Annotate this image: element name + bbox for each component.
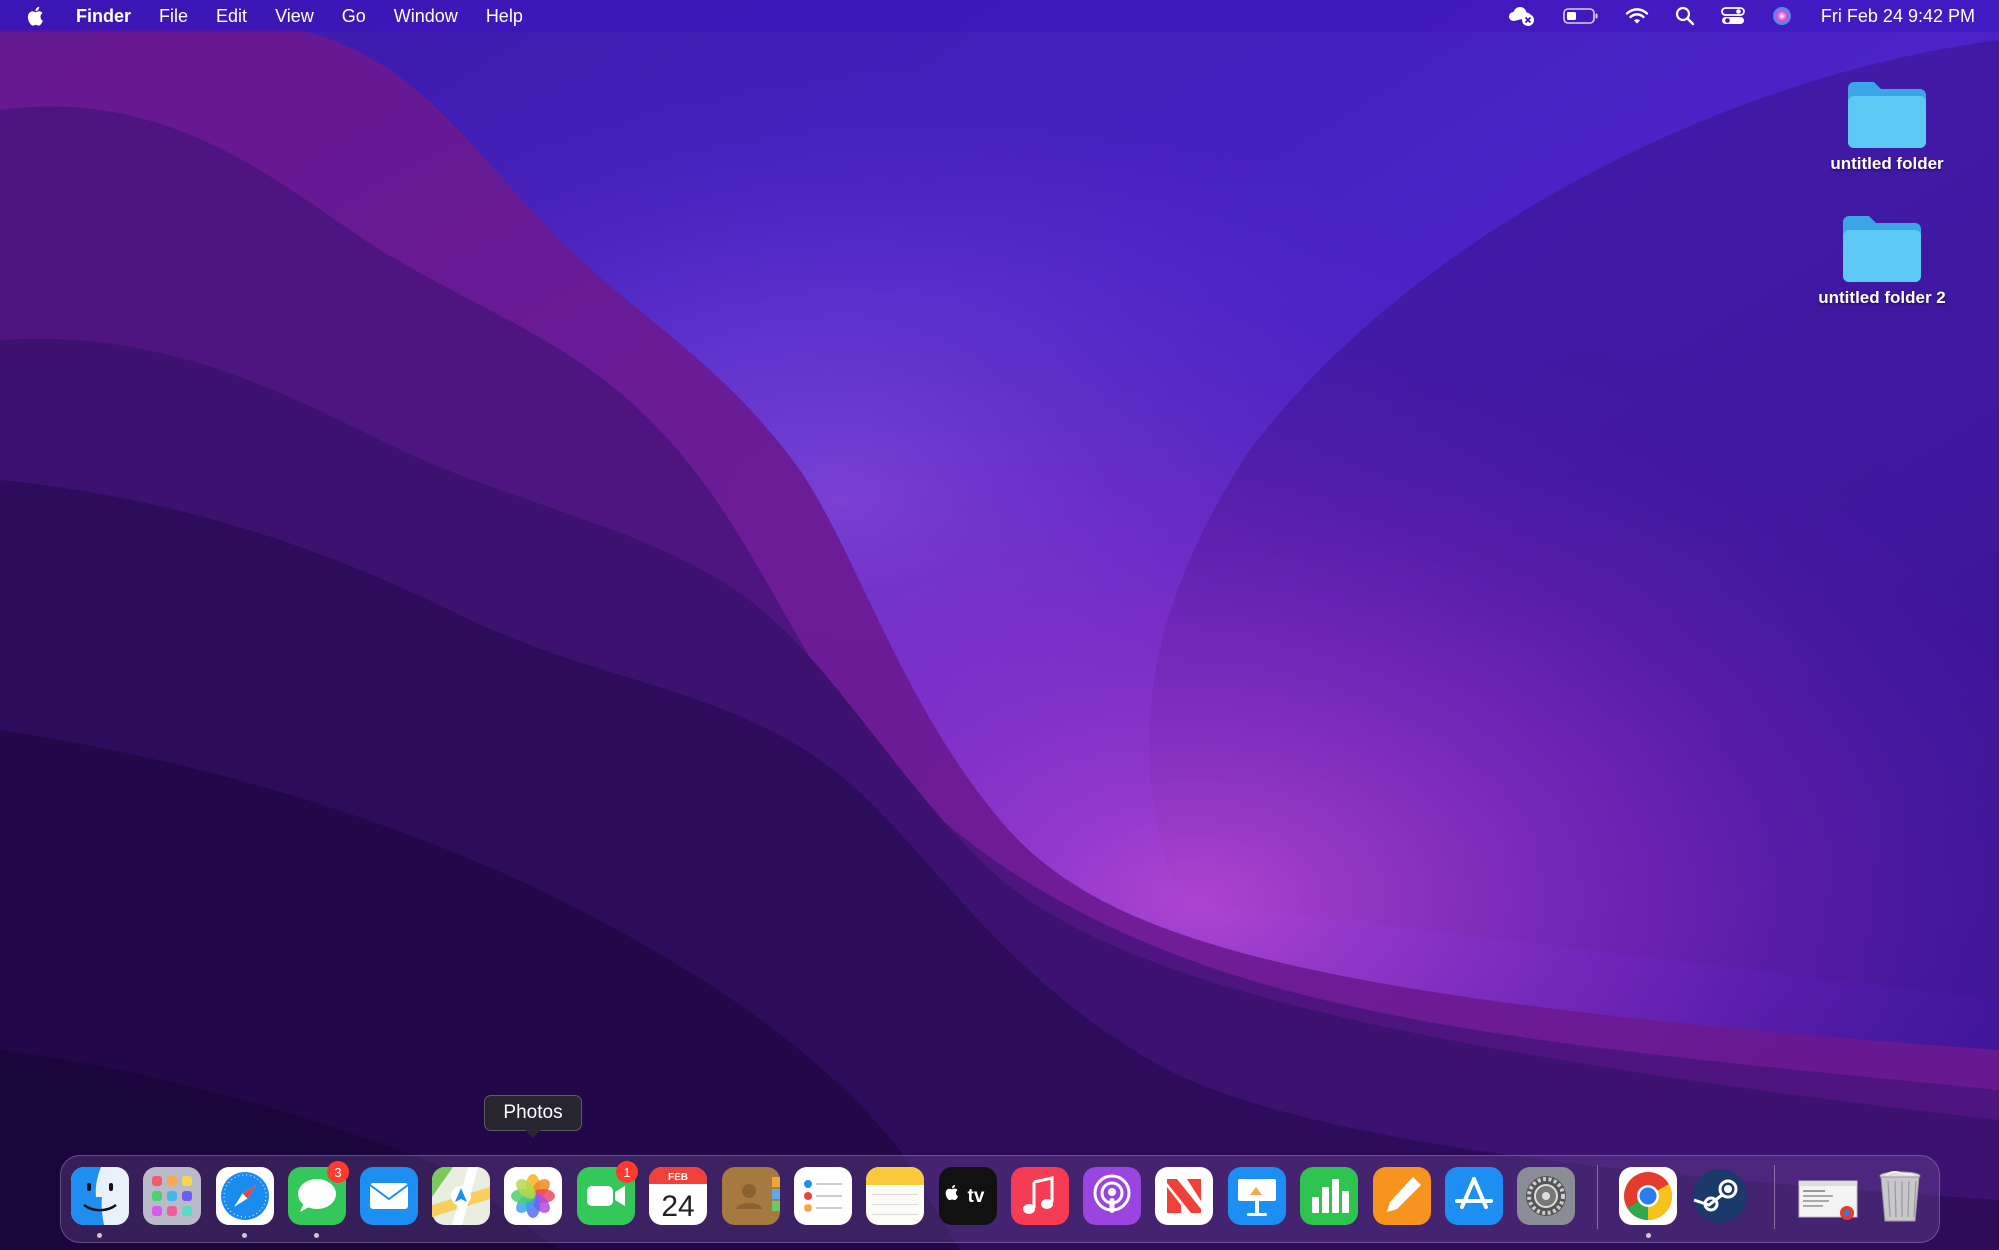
- dock-separator: [1597, 1165, 1598, 1229]
- tv-glyph: tv: [968, 1186, 985, 1207]
- dock-trash-icon[interactable]: [1871, 1167, 1929, 1225]
- menu-go[interactable]: Go: [342, 6, 366, 27]
- wifi-icon[interactable]: [1625, 7, 1649, 25]
- dock-safari-icon[interactable]: [216, 1167, 274, 1225]
- desktop-folder-untitled[interactable]: untitled folder: [1802, 76, 1972, 174]
- desktop-folder-untitled-2[interactable]: untitled folder 2: [1797, 210, 1967, 308]
- menu-app-finder[interactable]: Finder: [76, 6, 131, 27]
- apple-menu-icon[interactable]: [26, 4, 48, 28]
- dock-chrome-icon[interactable]: [1619, 1167, 1677, 1225]
- icloud-error-icon[interactable]: [1507, 5, 1537, 27]
- menu-clock[interactable]: Fri Feb 24 9:42 PM: [1821, 6, 1975, 27]
- dock-numbers-icon[interactable]: [1300, 1167, 1358, 1225]
- dock-calendar-icon[interactable]: FEB 24: [649, 1167, 707, 1225]
- dock-notes-icon[interactable]: [866, 1167, 924, 1225]
- dock-separator: [1774, 1165, 1775, 1229]
- desktop-wallpaper: [0, 0, 1999, 1250]
- dock-system-preferences-icon[interactable]: [1517, 1167, 1575, 1225]
- folder-icon: [1843, 216, 1921, 282]
- dock-reminders-icon[interactable]: [794, 1167, 852, 1225]
- menu-view[interactable]: View: [275, 6, 314, 27]
- menu-bar: Finder File Edit View Go Window Help Fri…: [0, 0, 1999, 32]
- siri-icon[interactable]: [1771, 5, 1793, 27]
- dock-news-icon[interactable]: [1155, 1167, 1213, 1225]
- dock-mail-icon[interactable]: [360, 1167, 418, 1225]
- battery-icon[interactable]: [1563, 7, 1599, 25]
- dock-maps-icon[interactable]: [432, 1167, 490, 1225]
- running-indicator: [1646, 1233, 1651, 1238]
- dock-launchpad-icon[interactable]: [143, 1167, 201, 1225]
- dock-podcasts-icon[interactable]: [1083, 1167, 1141, 1225]
- folder-label: untitled folder 2: [1818, 288, 1946, 307]
- calendar-day: 24: [661, 1190, 694, 1223]
- dock-downloads-stack-icon[interactable]: [1797, 1167, 1858, 1225]
- running-indicator: [97, 1233, 102, 1238]
- dock-tv-icon[interactable]: tv: [939, 1167, 997, 1225]
- dock-steam-icon[interactable]: [1691, 1167, 1749, 1225]
- folder-label: untitled folder: [1830, 154, 1944, 173]
- control-center-icon[interactable]: [1721, 6, 1745, 26]
- facetime-badge: 1: [616, 1161, 638, 1183]
- dock-pages-icon[interactable]: [1373, 1167, 1431, 1225]
- folder-icon: [1848, 82, 1926, 148]
- menu-window[interactable]: Window: [394, 6, 458, 27]
- dock-finder-icon[interactable]: [71, 1167, 129, 1225]
- dock-photos-icon[interactable]: [504, 1167, 562, 1225]
- menu-file[interactable]: File: [159, 6, 188, 27]
- messages-badge: 3: [327, 1161, 349, 1183]
- dock-app-store-icon[interactable]: [1445, 1167, 1503, 1225]
- calendar-month: FEB: [668, 1172, 688, 1183]
- menu-help[interactable]: Help: [486, 6, 523, 27]
- running-indicator: [314, 1233, 319, 1238]
- dock-tooltip: Photos: [484, 1095, 582, 1138]
- dock-keynote-icon[interactable]: [1228, 1167, 1286, 1225]
- menu-edit[interactable]: Edit: [216, 6, 247, 27]
- spotlight-search-icon[interactable]: [1675, 6, 1695, 26]
- running-indicator: [242, 1233, 247, 1238]
- dock-music-icon[interactable]: [1011, 1167, 1069, 1225]
- dock-contacts-icon[interactable]: [722, 1167, 780, 1225]
